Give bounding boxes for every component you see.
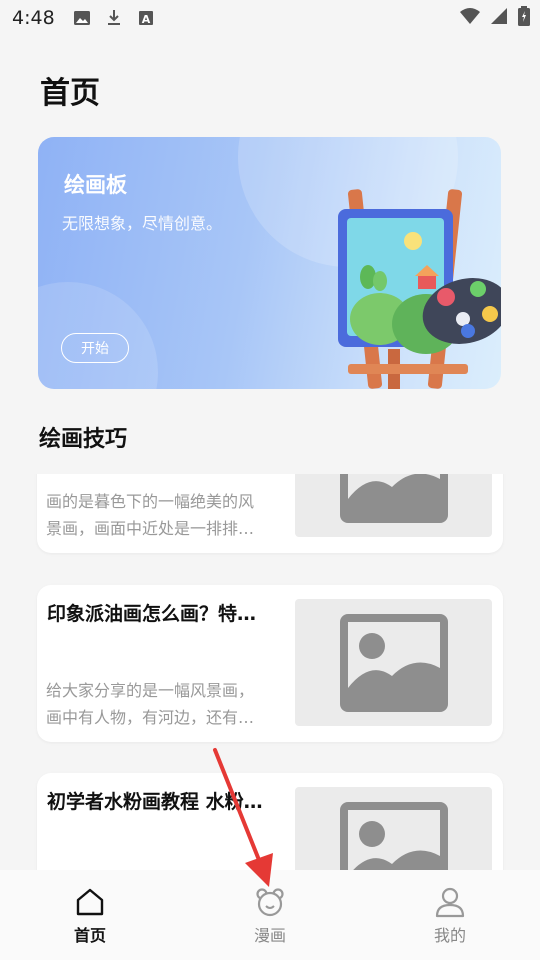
download-icon <box>107 10 120 25</box>
article-title: 初学者水粉画教程 水粉… <box>47 791 263 813</box>
nav-item-profile[interactable]: 我的 <box>390 870 510 960</box>
nav-label-home: 首页 <box>73 926 106 945</box>
article-desc-line: 给大家分享的是一幅风景画， <box>46 681 255 700</box>
article-list[interactable]: 画的是暮色下的一幅绝美的风 景画，画面中近处是一排排… 印象派油画怎么画？特… … <box>0 474 540 870</box>
svg-text:A: A <box>141 13 150 26</box>
status-time: 4:48 <box>12 7 55 29</box>
image-placeholder-icon <box>339 613 448 712</box>
home-icon <box>76 888 104 916</box>
start-button[interactable]: 开始 <box>61 333 129 363</box>
article-description: 给大家分享的是一幅风景画， 画中有人物，有河边，还有… <box>46 677 286 731</box>
article-card[interactable]: 初学者水粉画教程 水粉… <box>37 773 503 870</box>
section-title: 绘画技巧 <box>39 427 128 452</box>
signal-icon <box>491 8 507 24</box>
nav-label-profile: 我的 <box>433 926 466 945</box>
nav-label-comics: 漫画 <box>253 926 286 945</box>
image-placeholder-icon <box>339 801 448 870</box>
bear-icon <box>256 888 284 917</box>
nav-item-home[interactable]: 首页 <box>30 870 150 960</box>
wifi-icon <box>460 8 480 24</box>
user-icon <box>435 887 465 918</box>
drawing-board-banner[interactable]: 绘画板 无限想象，尽情创意。 开始 <box>38 137 501 389</box>
status-bar: 4:48 A <box>0 0 540 36</box>
article-description: 画的是暮色下的一幅绝美的风 景画，画面中近处是一排排… <box>46 488 286 542</box>
banner-title: 绘画板 <box>64 173 127 197</box>
article-desc-line: 景画，画面中近处是一排排… <box>46 519 255 538</box>
easel-illustration <box>338 189 501 389</box>
battery-icon <box>518 6 530 26</box>
article-thumbnail[interactable] <box>295 474 492 537</box>
article-card[interactable]: 画的是暮色下的一幅绝美的风 景画，画面中近处是一排排… <box>37 474 503 553</box>
article-desc-line: 画的是暮色下的一幅绝美的风 <box>46 492 255 511</box>
article-title: 印象派油画怎么画？特… <box>47 603 257 625</box>
font-icon: A <box>138 11 153 26</box>
article-thumbnail[interactable] <box>295 787 492 870</box>
nav-item-comics[interactable]: 漫画 <box>210 870 330 960</box>
image-icon <box>73 11 90 25</box>
page-title: 首页 <box>40 76 100 111</box>
article-desc-line: 画中有人物，有河边，还有… <box>46 708 255 727</box>
article-card[interactable]: 印象派油画怎么画？特… 给大家分享的是一幅风景画， 画中有人物，有河边，还有… <box>37 585 503 742</box>
banner-subtitle: 无限想象，尽情创意。 <box>62 214 223 233</box>
image-placeholder-icon <box>339 474 448 523</box>
bottom-nav: 首页 漫画 我的 <box>0 870 540 960</box>
article-thumbnail[interactable] <box>295 599 492 726</box>
